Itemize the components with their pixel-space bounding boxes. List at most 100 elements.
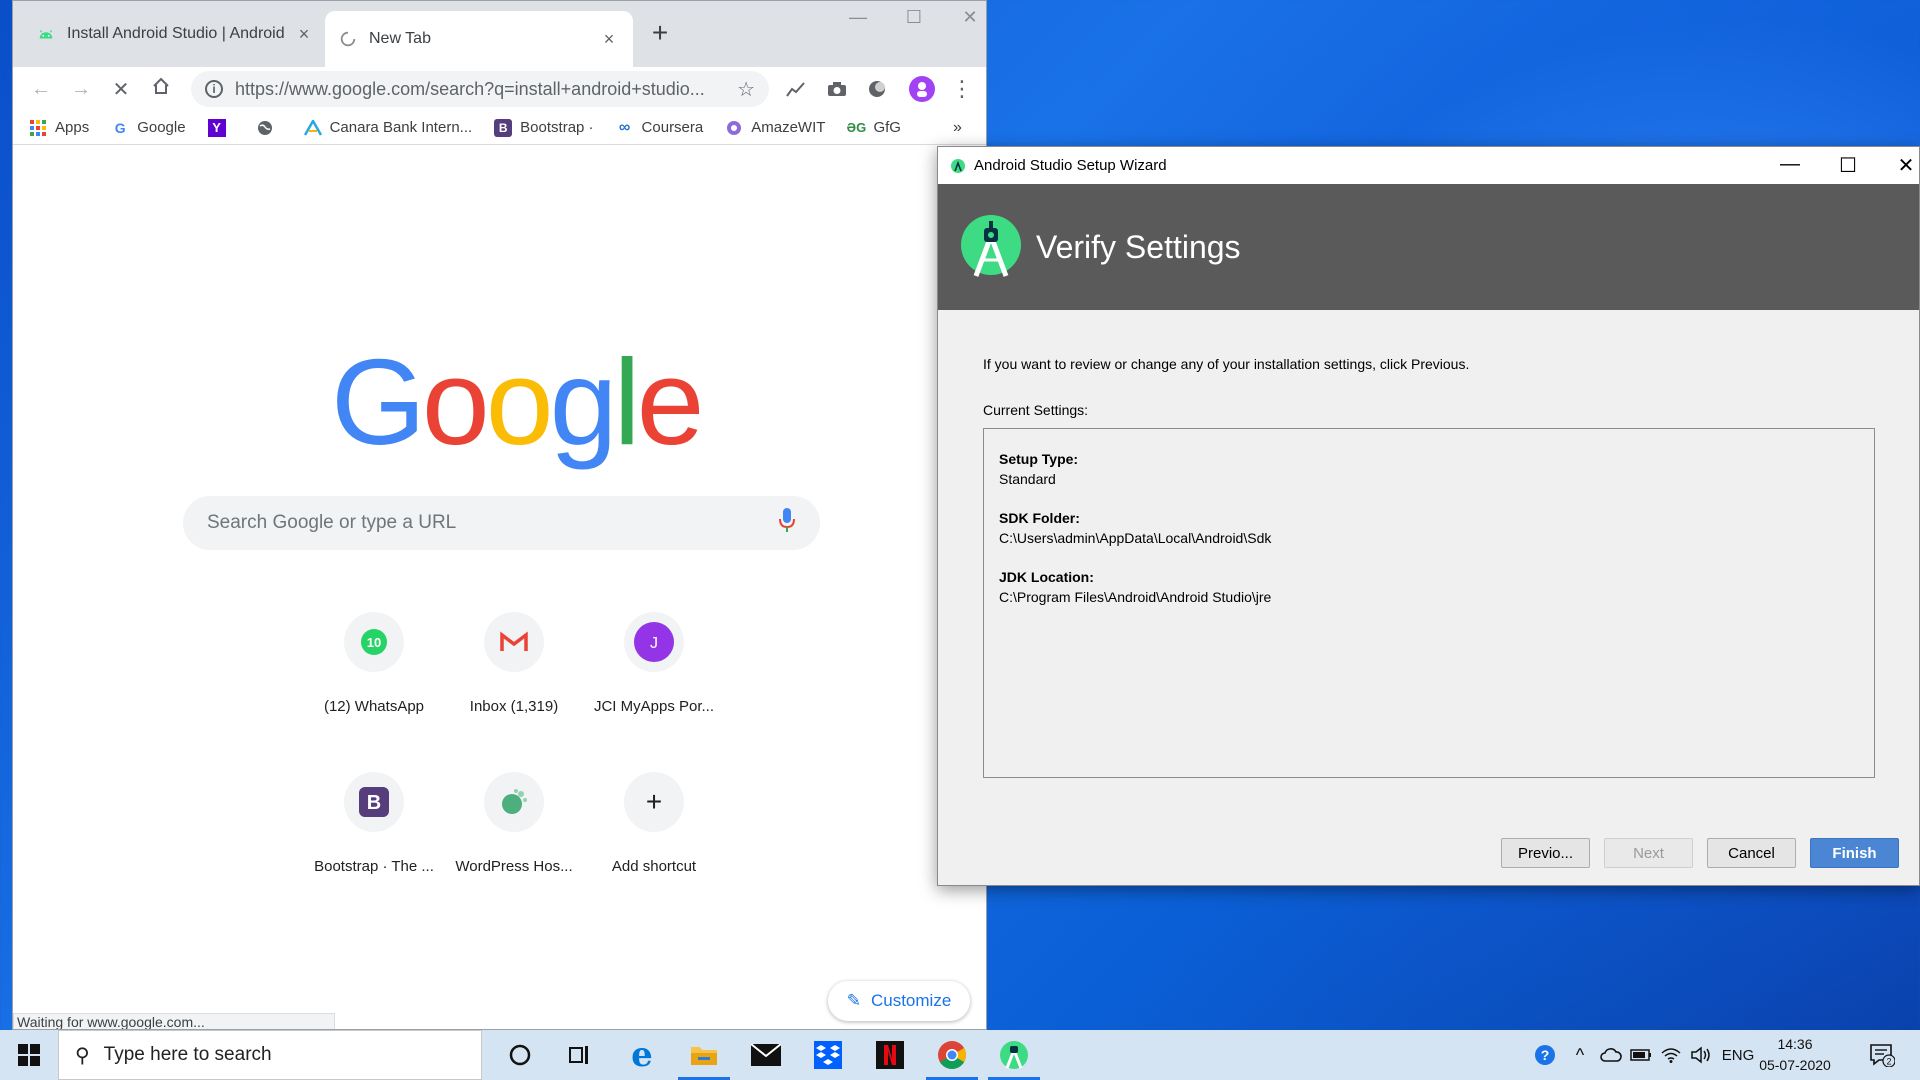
shortcut-label: (12) WhatsApp bbox=[323, 698, 425, 715]
gmail-icon bbox=[484, 612, 544, 672]
task-view-button[interactable] bbox=[550, 1030, 610, 1080]
bookmark-google[interactable]: G Google bbox=[111, 119, 186, 137]
add-shortcut-button[interactable]: + Add shortcut bbox=[589, 772, 719, 875]
setting-jdk-location: JDK Location: C:\Program Files\Android\A… bbox=[999, 567, 1859, 607]
bookmarks-overflow-button[interactable]: » bbox=[953, 119, 962, 137]
pencil-icon: ✎ bbox=[846, 991, 861, 1010]
close-window-button[interactable]: ✕ bbox=[955, 7, 985, 28]
taskbar-chrome[interactable] bbox=[922, 1030, 982, 1080]
status-bubble: Waiting for www.google.com... bbox=[13, 1013, 335, 1029]
close-tab-icon[interactable]: × bbox=[599, 29, 619, 50]
coursera-icon: ∞ bbox=[618, 118, 631, 136]
next-button[interactable]: Next bbox=[1604, 838, 1693, 868]
search-box[interactable]: Search Google or type a URL bbox=[183, 496, 820, 550]
tab-new-tab[interactable]: New Tab × bbox=[325, 11, 633, 67]
shortcut-wordpress[interactable]: WordPress Hos... bbox=[449, 772, 579, 875]
canara-bank-icon bbox=[303, 119, 322, 137]
battery-icon[interactable] bbox=[1628, 1030, 1654, 1080]
forward-icon[interactable]: → bbox=[61, 78, 101, 101]
action-center-button[interactable]: 2 bbox=[1862, 1030, 1902, 1080]
shortcut-whatsapp[interactable]: 10 (12) WhatsApp bbox=[309, 612, 439, 715]
start-button[interactable] bbox=[0, 1030, 58, 1080]
new-tab-button[interactable]: + bbox=[645, 17, 675, 49]
taskbar-file-explorer[interactable] bbox=[674, 1030, 734, 1080]
bookmark-globe[interactable] bbox=[256, 119, 282, 137]
home-icon[interactable] bbox=[141, 77, 181, 101]
bootstrap-icon: B bbox=[494, 118, 513, 137]
show-hidden-icons-chevron-icon[interactable]: ^ bbox=[1568, 1030, 1592, 1080]
wizard-minimize-button[interactable]: — bbox=[1770, 153, 1810, 176]
taskbar-edge[interactable]: e bbox=[612, 1030, 672, 1080]
shortcut-jci-myapps[interactable]: J JCI MyApps Por... bbox=[589, 612, 719, 715]
taskbar-android-studio[interactable] bbox=[984, 1030, 1044, 1080]
taskbar-mail[interactable] bbox=[736, 1030, 796, 1080]
setting-key: Setup Type: bbox=[999, 451, 1079, 467]
google-logo: Google bbox=[331, 334, 704, 470]
wizard-maximize-button[interactable]: ☐ bbox=[1828, 153, 1868, 178]
minimize-button[interactable]: — bbox=[843, 7, 873, 28]
current-settings-box[interactable]: Setup Type: Standard SDK Folder: C:\User… bbox=[983, 428, 1875, 778]
customize-label: Customize bbox=[870, 991, 952, 1010]
plus-icon: + bbox=[624, 772, 684, 832]
amazewit-icon bbox=[725, 119, 743, 137]
wizard-intro-text: If you want to review or change any of y… bbox=[983, 356, 1470, 372]
notification-icon: 2 bbox=[1870, 1044, 1895, 1067]
bookmark-coursera[interactable]: ∞ Coursera bbox=[616, 118, 703, 137]
previous-button[interactable]: Previo... bbox=[1501, 838, 1590, 868]
bookmark-canara-bank[interactable]: Canara Bank Intern... bbox=[303, 119, 472, 137]
shortcut-label: Add shortcut bbox=[611, 858, 697, 875]
language-indicator[interactable]: ENG bbox=[1718, 1030, 1758, 1080]
wifi-icon[interactable] bbox=[1658, 1030, 1684, 1080]
bookmark-amazewit[interactable]: AmazeWIT bbox=[725, 119, 825, 137]
taskbar: ⚲ Type here to search e ? ^ ENG 14:36 05… bbox=[0, 1030, 1920, 1080]
toolbar: ← → ✕ i https://www.google.com/search?q=… bbox=[13, 67, 986, 111]
help-icon[interactable]: ? bbox=[1530, 1030, 1560, 1080]
shortcut-bootstrap[interactable]: B Bootstrap · The ... bbox=[309, 772, 439, 875]
mail-icon bbox=[751, 1044, 781, 1066]
android-studio-logo-icon bbox=[961, 215, 1021, 277]
shortcut-label: Inbox (1,319) bbox=[469, 698, 559, 715]
extension-dark-mode-icon[interactable] bbox=[864, 76, 890, 102]
profile-avatar[interactable] bbox=[909, 76, 935, 102]
shortcut-gmail[interactable]: Inbox (1,319) bbox=[449, 612, 579, 715]
chrome-menu-icon[interactable]: ⋮ bbox=[949, 76, 975, 102]
taskbar-clock[interactable]: 14:36 05-07-2020 bbox=[1755, 1034, 1835, 1076]
volume-icon[interactable] bbox=[1688, 1030, 1714, 1080]
close-tab-icon[interactable]: × bbox=[294, 24, 314, 45]
wizard-header: Verify Settings bbox=[938, 184, 1919, 310]
address-bar[interactable]: i https://www.google.com/search?q=instal… bbox=[191, 71, 769, 107]
shortcut-label: WordPress Hos... bbox=[455, 858, 573, 875]
whatsapp-icon: 10 bbox=[344, 612, 404, 672]
bookmark-star-icon[interactable]: ☆ bbox=[737, 77, 755, 102]
bookmark-yahoo[interactable]: Y bbox=[207, 118, 234, 137]
bookmark-gfg[interactable]: ƏG GfG bbox=[847, 119, 901, 137]
taskbar-search-placeholder: Type here to search bbox=[103, 1044, 272, 1065]
microphone-icon[interactable] bbox=[778, 507, 796, 539]
customize-button[interactable]: ✎ Customize bbox=[828, 981, 970, 1021]
maximize-button[interactable]: ☐ bbox=[899, 7, 929, 28]
loading-spinner-icon bbox=[340, 31, 356, 47]
onedrive-icon[interactable] bbox=[1598, 1030, 1624, 1080]
wizard-body: If you want to review or change any of y… bbox=[938, 310, 1919, 885]
tab-install-android-studio[interactable]: Install Android Studio | Android × bbox=[23, 11, 328, 57]
shortcut-label: Bootstrap · The ... bbox=[314, 858, 434, 875]
bookmark-apps[interactable]: Apps bbox=[29, 119, 89, 137]
taskbar-dropbox[interactable] bbox=[798, 1030, 858, 1080]
wizard-close-button[interactable]: ✕ bbox=[1886, 153, 1920, 178]
cortana-button[interactable] bbox=[490, 1030, 550, 1080]
clock-time: 14:36 bbox=[1777, 1036, 1813, 1052]
dropbox-icon bbox=[814, 1041, 842, 1069]
setting-value: C:\Program Files\Android\Android Studio\… bbox=[999, 589, 1272, 605]
setting-setup-type: Setup Type: Standard bbox=[999, 449, 1859, 489]
taskbar-netflix[interactable] bbox=[860, 1030, 920, 1080]
extension-camera-icon[interactable] bbox=[824, 76, 850, 102]
back-icon[interactable]: ← bbox=[21, 78, 61, 101]
cancel-button[interactable]: Cancel bbox=[1707, 838, 1796, 868]
taskbar-search-box[interactable]: ⚲ Type here to search bbox=[58, 1030, 482, 1080]
stop-loading-icon[interactable]: ✕ bbox=[101, 77, 141, 102]
site-info-icon[interactable]: i bbox=[205, 80, 223, 98]
apps-grid-icon bbox=[29, 119, 47, 137]
extension-chart-icon[interactable] bbox=[783, 76, 809, 102]
finish-button[interactable]: Finish bbox=[1810, 838, 1899, 868]
bookmark-bootstrap[interactable]: B Bootstrap · bbox=[494, 118, 594, 137]
